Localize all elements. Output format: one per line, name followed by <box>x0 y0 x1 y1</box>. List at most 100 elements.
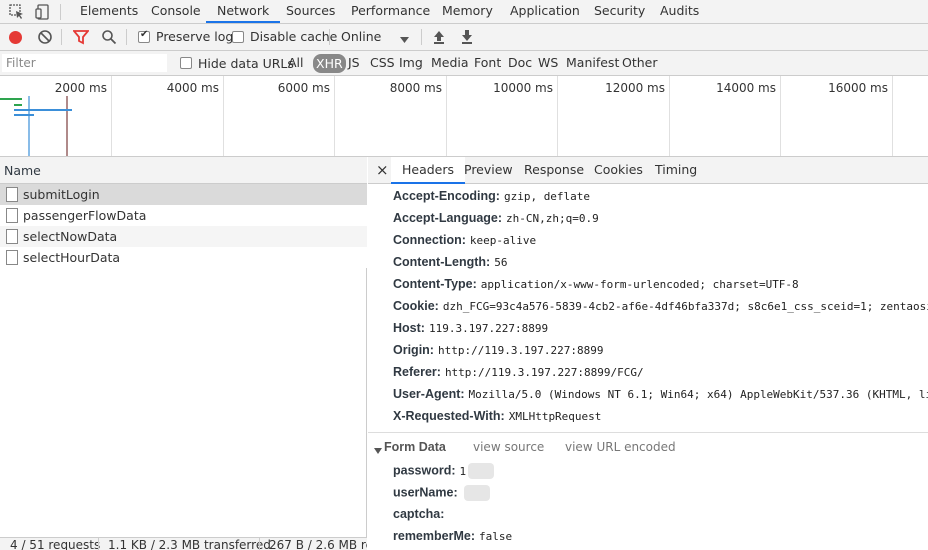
overview-tick: 4000 ms <box>112 76 224 156</box>
network-toolbar: Preserve log Disable cache Online <box>0 24 928 51</box>
document-icon <box>6 208 18 223</box>
tab-application[interactable]: Application <box>510 0 580 23</box>
import-har-icon[interactable] <box>432 29 446 48</box>
overview-tick: 10000 ms <box>447 76 558 156</box>
disable-cache-checkbox[interactable] <box>232 31 244 43</box>
document-icon <box>6 229 18 244</box>
tab-network[interactable]: Network <box>206 0 281 23</box>
form-data-section-header[interactable]: Form Data view source view URL encoded <box>368 432 928 459</box>
filter-icon[interactable] <box>72 29 90 48</box>
tab-sources[interactable]: Sources <box>286 0 335 23</box>
triangle-down-icon[interactable] <box>374 444 382 458</box>
transferred-size: 1.1 KB / 2.3 MB transferred <box>108 538 271 550</box>
divider <box>61 29 62 45</box>
inspect-element-icon[interactable] <box>8 3 26 21</box>
filter-type-css[interactable]: CSS <box>367 52 398 74</box>
overview-tick: 16000 ms <box>781 76 893 156</box>
filter-type-doc[interactable]: Doc <box>505 52 535 74</box>
divider <box>259 538 260 550</box>
tab-preview[interactable]: Preview <box>464 157 513 183</box>
form-field-rememberme: rememberMe: false <box>393 529 513 543</box>
resources-size: 267 B / 2.6 MB res <box>269 538 367 550</box>
search-icon[interactable] <box>101 29 117 48</box>
request-row-submitlogin[interactable]: submitLogin <box>0 184 367 205</box>
document-icon <box>6 187 18 202</box>
filter-type-img[interactable]: Img <box>396 52 426 74</box>
tab-audits[interactable]: Audits <box>660 0 699 23</box>
header-row: Content-Length: 56 <box>393 255 508 269</box>
hide-data-urls-checkbox[interactable] <box>180 57 192 69</box>
request-name: passengerFlowData <box>23 208 147 223</box>
filter-type-other[interactable]: Other <box>619 52 661 74</box>
waterfall-bar <box>14 104 22 106</box>
request-list-header[interactable]: Name <box>0 157 367 184</box>
tab-response[interactable]: Response <box>524 157 584 183</box>
waterfall-overview <box>0 96 72 156</box>
filter-type-xhr[interactable]: XHR <box>313 54 346 73</box>
tab-elements[interactable]: Elements <box>80 0 138 23</box>
preserve-log-label[interactable]: Preserve log <box>156 29 233 44</box>
status-bar: 4 / 51 requests 1.1 KB / 2.3 MB transfer… <box>0 537 367 550</box>
divider <box>329 29 330 45</box>
view-source-link[interactable]: view source <box>473 440 544 454</box>
clear-icon[interactable] <box>37 29 53 48</box>
request-row-selecthourdata[interactable]: selectHourData <box>0 247 367 268</box>
export-har-icon[interactable] <box>460 29 474 48</box>
close-icon[interactable]: × <box>376 157 389 183</box>
tab-performance[interactable]: Performance <box>351 0 430 23</box>
overview-tick: 14000 ms <box>670 76 781 156</box>
request-name: submitLogin <box>23 187 100 202</box>
form-field-captcha: captcha: <box>393 507 445 521</box>
form-field-password: password: 1 <box>393 463 495 483</box>
header-row: Cookie: dzh_FCG=93c4a576-5839-4cb2-af6e-4… <box>393 299 928 313</box>
devtools-tab-bar: Elements Console Network Sources Perform… <box>0 0 928 24</box>
request-row-selectnowdata[interactable]: selectNowData <box>0 226 367 247</box>
view-url-encoded-link[interactable]: view URL encoded <box>565 440 676 454</box>
filter-type-manifest[interactable]: Manifest <box>563 52 622 74</box>
request-list: Name submitLogin passengerFlowData selec… <box>0 157 367 537</box>
request-name: selectHourData <box>23 250 121 265</box>
form-data-title: Form Data <box>384 440 446 454</box>
filter-type-js[interactable]: JS <box>345 52 363 74</box>
filter-input[interactable] <box>2 54 167 72</box>
tab-timing[interactable]: Timing <box>655 157 697 183</box>
header-row: Connection: keep-alive <box>393 233 537 247</box>
request-detail-panel: × Headers Preview Response Cookies Timin… <box>368 157 928 550</box>
overview-tick: 12000 ms <box>558 76 670 156</box>
throttling-select[interactable]: Online <box>341 29 381 44</box>
waterfall-bar <box>14 109 72 111</box>
network-overview[interactable]: 2000 ms 4000 ms 6000 ms 8000 ms 10000 ms… <box>0 76 928 157</box>
filter-type-font[interactable]: Font <box>471 52 504 74</box>
filter-type-media[interactable]: Media <box>428 52 472 74</box>
tab-headers[interactable]: Headers <box>391 157 466 184</box>
preserve-log-checkbox[interactable] <box>138 29 150 43</box>
device-toolbar-icon[interactable] <box>34 3 52 21</box>
divider <box>126 29 127 45</box>
record-button[interactable] <box>9 31 22 44</box>
header-row: Host: 119.3.197.227:8899 <box>393 321 549 335</box>
overview-tick: 8000 ms <box>335 76 447 156</box>
column-name[interactable]: Name <box>4 163 41 178</box>
header-row: Referer: http://119.3.197.227:8899/FCG/ <box>393 365 644 379</box>
tab-cookies[interactable]: Cookies <box>594 157 643 183</box>
header-row: User-Agent: Mozilla/5.0 (Windows NT 6.1; … <box>393 387 928 401</box>
hide-data-urls-label[interactable]: Hide data URLs <box>198 56 294 71</box>
detail-tab-bar: × Headers Preview Response Cookies Timin… <box>368 157 928 184</box>
filter-type-ws[interactable]: WS <box>535 52 561 74</box>
tab-memory[interactable]: Memory <box>442 0 493 23</box>
header-row: Origin: http://119.3.197.227:8899 <box>393 343 604 357</box>
filter-type-all[interactable]: All <box>285 52 307 74</box>
request-row-passengerflowdata[interactable]: passengerFlowData <box>0 205 367 226</box>
filter-bar: Hide data URLs All XHR JS CSS Img Media … <box>0 51 928 76</box>
tab-console[interactable]: Console <box>151 0 201 23</box>
waterfall-bar <box>14 114 34 116</box>
request-count: 4 / 51 requests <box>10 538 101 550</box>
chevron-down-icon[interactable] <box>400 33 409 47</box>
waterfall-bar <box>0 98 22 100</box>
header-row: X-Requested-With: XMLHttpRequest <box>393 409 602 423</box>
tab-security[interactable]: Security <box>594 0 645 23</box>
redacted-mask <box>468 463 495 479</box>
request-name: selectNowData <box>23 229 118 244</box>
header-row: Content-Type: application/x-www-form-urle… <box>393 277 799 291</box>
disable-cache-label[interactable]: Disable cache <box>250 29 337 44</box>
